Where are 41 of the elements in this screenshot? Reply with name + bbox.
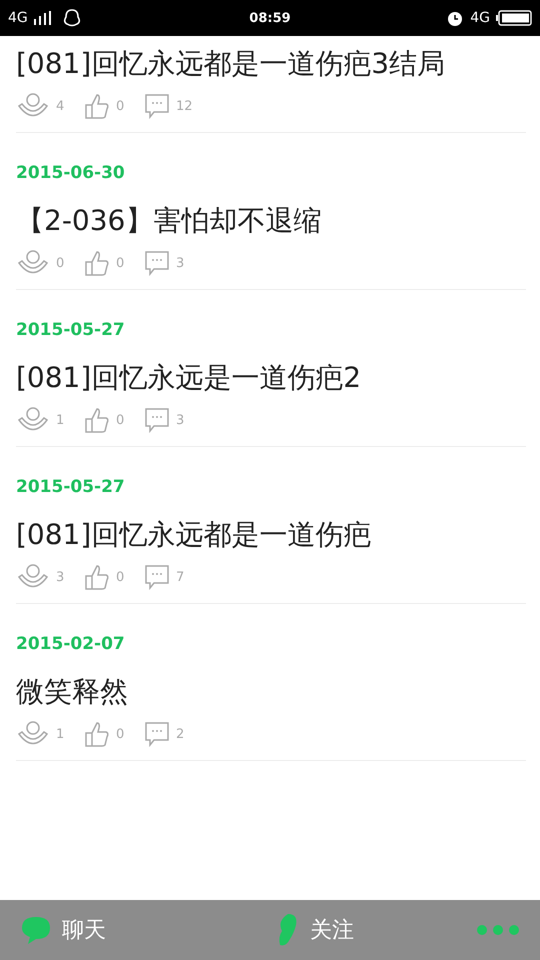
more-icon[interactable] (476, 924, 520, 936)
view-count: 4 (56, 98, 66, 114)
thumbs-up-icon (84, 563, 110, 591)
post-title[interactable]: 【2-036】害怕却不退缩 (16, 197, 526, 245)
post-date: 2015-05-27 (16, 477, 125, 497)
battery-icon (496, 10, 532, 26)
post-title[interactable]: [081]回忆永远是一道伤疤2 (16, 354, 526, 402)
comment-icon (144, 93, 170, 119)
post-title[interactable]: [081]回忆永远都是一道伤疤 (16, 511, 526, 559)
post-title[interactable]: 微笑释然 (16, 668, 526, 716)
comment-icon (144, 250, 170, 276)
like-count: 0 (116, 412, 126, 428)
comment-icon (144, 721, 170, 747)
thumbs-up-icon (84, 720, 110, 748)
network-label: 4G (8, 10, 28, 26)
like-count: 0 (116, 570, 126, 584)
network-label: 4G (470, 10, 490, 26)
alarm-icon (446, 9, 464, 27)
post-title[interactable]: [081]回忆永远都是一道伤疤3结局 (16, 40, 526, 88)
thumbs-up-icon (84, 406, 110, 434)
view-count: 1 (56, 412, 66, 428)
comment-count: 2 (176, 726, 186, 742)
comment-count: 7 (176, 570, 186, 584)
view-count: 1 (56, 726, 66, 742)
chat-bubble-icon[interactable] (20, 915, 52, 945)
comment-count: 12 (176, 98, 194, 114)
view-count: 3 (56, 570, 66, 584)
thumbs-up-icon (84, 249, 110, 277)
clock-time: 08:59 (249, 10, 291, 26)
comment-count: 3 (176, 256, 186, 270)
post-date: 2015-05-27 (16, 320, 125, 340)
comment-icon (144, 564, 170, 590)
comment-count: 3 (176, 412, 186, 428)
post-date: 2015-06-30 (16, 163, 125, 183)
thumbs-up-icon (84, 92, 110, 120)
comment-icon (144, 407, 170, 433)
like-count: 0 (116, 98, 126, 114)
view-count: 0 (56, 256, 66, 270)
like-count: 0 (116, 726, 126, 742)
like-count: 0 (116, 256, 126, 270)
post-date: 2015-02-07 (16, 634, 125, 654)
